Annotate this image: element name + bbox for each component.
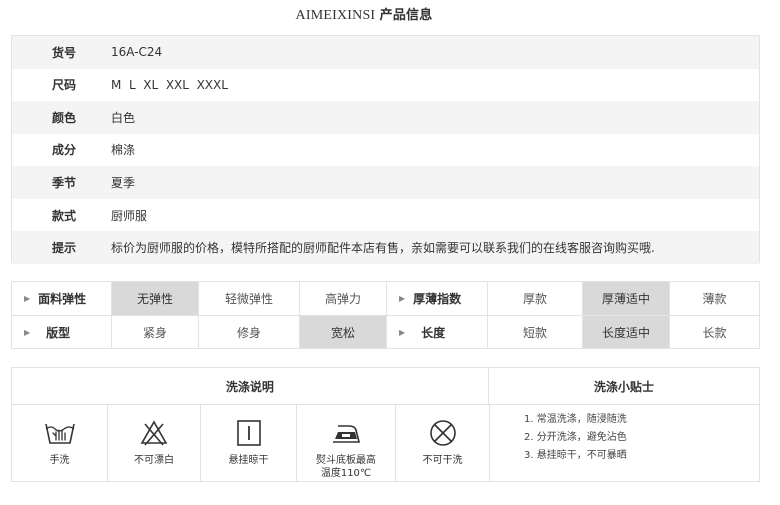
info-row-style: 款式 厨师服 (12, 199, 759, 232)
info-row-material: 成分 棉涤 (12, 134, 759, 167)
attr-option-tight[interactable]: 紧身 (111, 316, 198, 348)
info-value: 夏季 (111, 176, 136, 191)
wash-tip: 3. 悬挂晾干，不可暴晒 (524, 450, 627, 461)
info-row-tip: 提示 标价为厨师服的价格，模特所搭配的厨师配件本店有售，亲如需要可以联系我们的在… (12, 231, 759, 264)
product-info-table: 货号 16A-C24 尺码 M L XL XXL XXXL 颜色 白色 成分 棉… (11, 35, 760, 264)
wash-body: 手洗 不可漂白 悬挂晾干 熨斗底板最高 温度110℃ 不可干洗 1. 常温洗涤，… (12, 405, 759, 482)
iron-icon (333, 425, 361, 443)
hang-dry-icon (236, 420, 261, 446)
attr-option-high-elastic[interactable]: 高弹力 (299, 282, 386, 315)
attr-option-medium-length[interactable]: 长度适中 (582, 316, 669, 348)
info-row-size: 尺码 M L XL XXL XXXL (12, 69, 759, 102)
info-key: 成分 (52, 143, 77, 158)
wash-tip: 1. 常温洗涤，随浸随洗 (524, 414, 627, 425)
attr-option-slight-elastic[interactable]: 轻微弹性 (198, 282, 299, 315)
attribute-grid: ▶ 面料弹性 无弹性 轻微弹性 高弹力 ▶ 厚薄指数 厚款 厚薄适中 薄款 ▶ … (11, 281, 760, 349)
wash-label: 悬挂晾干 (228, 455, 269, 466)
page-title: AIMEIXINSI 产品信息 (0, 4, 728, 24)
attr-label-length: ▶ 长度 (386, 316, 487, 348)
attr-option-long[interactable]: 长款 (669, 316, 759, 348)
attr-option-thick[interactable]: 厚款 (487, 282, 582, 315)
info-value: 白色 (111, 110, 136, 125)
triangle-right-icon: ▶ (24, 327, 31, 337)
wash-item-iron: 熨斗底板最高 温度110℃ (296, 405, 395, 482)
info-value: 16A-C24 (111, 45, 163, 60)
title-suffix: 产品信息 (379, 8, 433, 23)
info-row-color: 颜色 白色 (12, 101, 759, 134)
wash-item-hand-wash: 手洗 (12, 405, 107, 482)
attr-label-elasticity: ▶ 面料弹性 (24, 292, 87, 306)
info-value: 标价为厨师服的价格，模特所搭配的厨师配件本店有售，亲如需要可以联系我们的在线客服… (111, 241, 655, 256)
attr-option-medium-thick[interactable]: 厚薄适中 (582, 282, 669, 315)
triangle-right-icon: ▶ (399, 327, 406, 337)
wash-header: 洗涤说明 洗涤小贴士 (12, 368, 759, 405)
info-key: 颜色 (52, 110, 77, 125)
info-key: 货号 (52, 45, 77, 60)
wash-label: 温度110℃ (320, 468, 372, 479)
wash-item-no-bleach: 不可漂白 (107, 405, 200, 482)
info-row-sku: 货号 16A-C24 (12, 36, 759, 69)
wash-item-hang-dry: 悬挂晾干 (200, 405, 296, 482)
info-value: 棉涤 (111, 143, 136, 158)
attr-row-2: ▶ 版型 紧身 修身 宽松 ▶ 长度 短款 长度适中 长款 (12, 315, 759, 348)
triangle-right-icon: ▶ (24, 294, 31, 303)
attr-option-loose[interactable]: 宽松 (299, 316, 386, 348)
attr-option-short[interactable]: 短款 (487, 316, 582, 348)
wash-tips: 1. 常温洗涤，随浸随洗 2. 分开洗涤，避免沾色 3. 悬挂晾干，不可暴晒 (489, 405, 759, 482)
wash-icons: 手洗 不可漂白 悬挂晾干 熨斗底板最高 温度110℃ 不可干洗 (12, 405, 489, 482)
info-key: 款式 (52, 208, 77, 223)
attr-label-fit: ▶ 版型 (24, 325, 71, 340)
wash-label: 手洗 (49, 455, 70, 466)
info-key: 尺码 (52, 78, 77, 93)
wash-label: 熨斗底板最高 (316, 455, 376, 466)
wash-item-no-dry-clean: 不可干洗 (395, 405, 489, 482)
attr-label-thickness: ▶ 厚薄指数 (386, 282, 487, 315)
wash-tip: 2. 分开洗涤，避免沾色 (524, 432, 627, 443)
wash-label: 不可干洗 (422, 455, 463, 466)
wash-section: 洗涤说明 洗涤小贴士 手洗 不可漂白 悬挂晾干 熨斗底板最高 温度110℃ 不可… (11, 367, 760, 482)
triangle-right-icon: ▶ (399, 294, 406, 303)
wash-label: 不可漂白 (134, 455, 174, 466)
wash-tips-heading: 洗涤小贴士 (487, 368, 759, 404)
attr-option-slim[interactable]: 修身 (198, 316, 299, 348)
info-key: 季节 (52, 176, 77, 191)
attr-option-no-elastic[interactable]: 无弹性 (111, 282, 198, 315)
info-row-season: 季节 夏季 (12, 166, 759, 199)
attr-option-thin[interactable]: 薄款 (669, 282, 759, 315)
wash-heading: 洗涤说明 (225, 379, 274, 394)
attr-row-1: ▶ 面料弹性 无弹性 轻微弹性 高弹力 ▶ 厚薄指数 厚款 厚薄适中 薄款 (12, 282, 759, 315)
info-value: 厨师服 (111, 208, 148, 223)
hand-wash-icon (44, 423, 75, 444)
no-dry-clean-icon (429, 420, 456, 446)
no-bleach-icon (140, 420, 168, 446)
info-key: 提示 (52, 241, 77, 256)
info-value: M L XL XXL XXXL (111, 77, 228, 92)
brand-name: AIMEIXINSI (295, 8, 376, 23)
